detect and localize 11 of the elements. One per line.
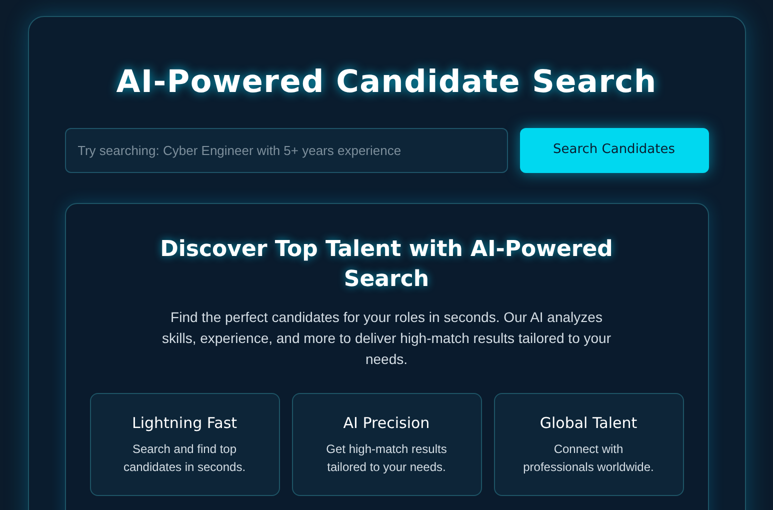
- intro-text: Find the perfect candidates for your roles in seconds. Our AI analyzes skills, experience, and more to deliver high-match results tailored to your needs.: [161, 308, 612, 368]
- feature-text: Connect with professionals worldwide.: [522, 441, 655, 476]
- feature-text: Get high-match results tailored to your needs.: [325, 441, 448, 476]
- feature-title: AI Precision: [343, 412, 430, 434]
- feature-title: Lightning Fast: [132, 412, 238, 434]
- feature-title: Global Talent: [540, 412, 638, 434]
- search-button[interactable]: Search Candidates: [520, 128, 708, 172]
- intro-heading: Discover Top Talent with AI-Powered Search: [159, 236, 614, 294]
- feature-text: Search and find top candidates in seconds.: [122, 441, 247, 476]
- search-field[interactable]: Try searching: Cyber Engineer with 5+ years experience: [64, 128, 508, 172]
- page-title: AI-Powered Candidate Search: [116, 63, 657, 102]
